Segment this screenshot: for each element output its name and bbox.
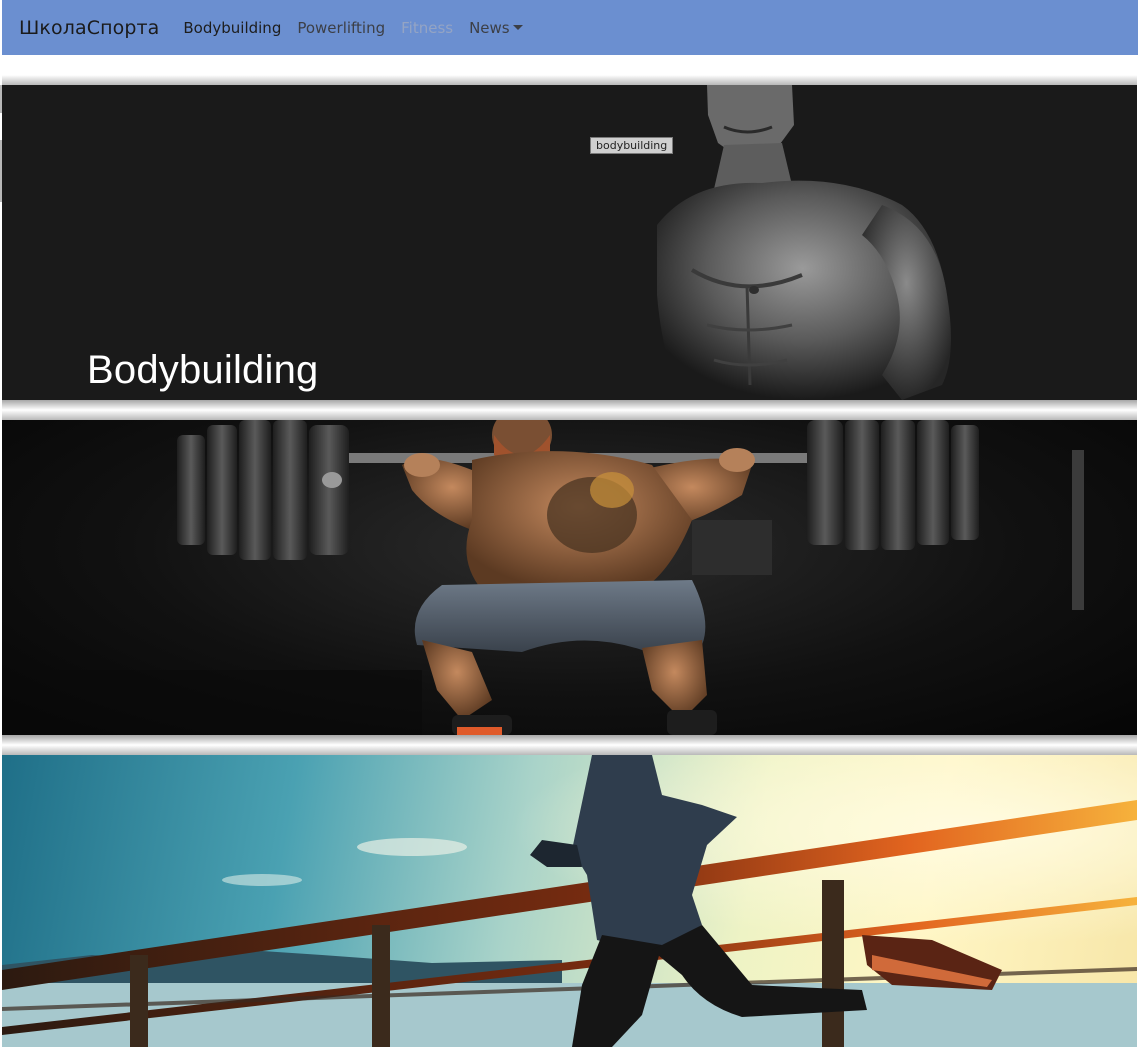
banner-shadow [2, 400, 1137, 410]
nav-news-dropdown[interactable]: News [469, 19, 523, 37]
navbar: ШколаСпорта Bodybuilding Powerlifting Fi… [2, 0, 1138, 55]
banner-bodybuilding[interactable]: bodybuilding Bodybuilding [2, 85, 1137, 400]
banner-title: Bodybuilding [87, 348, 319, 392]
page: ШколаСпорта Bodybuilding Powerlifting Fi… [0, 0, 1139, 1047]
nav-news-label: News [469, 18, 510, 37]
nav-fitness[interactable]: Fitness [401, 19, 453, 37]
banner-shadow [2, 75, 1137, 85]
banner-shadow [2, 745, 1137, 755]
nav-powerlifting[interactable]: Powerlifting [297, 19, 385, 37]
banner-powerlifting[interactable] [2, 420, 1137, 735]
caret-down-icon [512, 25, 523, 30]
nav-bodybuilding[interactable]: Bodybuilding [183, 19, 281, 37]
brand-link[interactable]: ШколаСпорта [19, 17, 159, 39]
banner-shadow [2, 410, 1137, 420]
tooltip: bodybuilding [590, 137, 674, 154]
runner-image [2, 755, 1137, 1047]
banner-fitness[interactable] [2, 755, 1137, 1047]
banner-shadow [2, 735, 1137, 745]
nav-fitness-label: Fitness [401, 18, 454, 37]
nav-bodybuilding-label: Bodybuilding [183, 18, 282, 37]
nav-powerlifting-label: Powerlifting [297, 18, 386, 37]
powerlifter-image [2, 420, 1084, 735]
